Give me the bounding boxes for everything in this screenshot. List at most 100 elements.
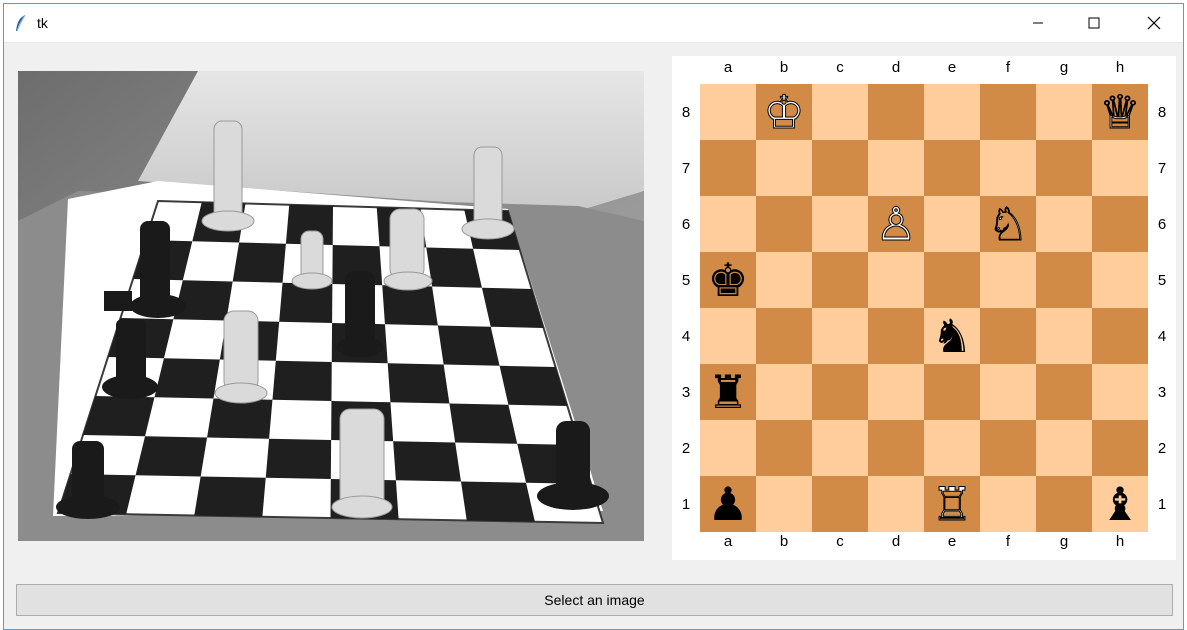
- board-square-a8[interactable]: [700, 84, 756, 140]
- black-pawn-piece[interactable]: ♟: [707, 477, 748, 531]
- maximize-icon: [1088, 17, 1100, 29]
- rank-label-6: 6: [1158, 216, 1166, 233]
- board-square-g5[interactable]: [1036, 252, 1092, 308]
- board-square-h3[interactable]: [1092, 364, 1148, 420]
- board-square-c4[interactable]: [812, 308, 868, 364]
- photo-board-square: [426, 247, 482, 288]
- board-square-b1[interactable]: [756, 476, 812, 532]
- board-square-g4[interactable]: [1036, 308, 1092, 364]
- white-queen-piece[interactable]: ♕: [1099, 85, 1141, 140]
- file-label-a: a: [724, 533, 733, 550]
- black-king-piece[interactable]: ♚: [707, 253, 748, 307]
- rank-label-7: 7: [1158, 160, 1166, 177]
- rank-label-1: 1: [1158, 496, 1166, 513]
- board-square-a6[interactable]: [700, 196, 756, 252]
- board-square-h4[interactable]: [1092, 308, 1148, 364]
- board-square-f3[interactable]: [980, 364, 1036, 420]
- photo-board-square: [272, 360, 332, 401]
- photo-board-square: [393, 441, 461, 482]
- board-square-f1[interactable]: [980, 476, 1036, 532]
- photo-board-square: [265, 438, 332, 479]
- board-square-d8[interactable]: [868, 84, 924, 140]
- board-square-d7[interactable]: [868, 140, 924, 196]
- file-label-h: h: [1116, 533, 1124, 550]
- board-square-g2[interactable]: [1036, 420, 1092, 476]
- board-square-f7[interactable]: [980, 140, 1036, 196]
- board-square-e5[interactable]: [924, 252, 980, 308]
- board-square-d1[interactable]: [868, 476, 924, 532]
- board-square-e6[interactable]: [924, 196, 980, 252]
- board-square-h2[interactable]: [1092, 420, 1148, 476]
- select-image-button[interactable]: Select an image: [16, 584, 1173, 616]
- app-window: tk a a b b c c d d e e f f g g h h 8 8 7…: [3, 3, 1184, 630]
- board-square-b2[interactable]: [756, 420, 812, 476]
- file-label-g: g: [1060, 533, 1068, 550]
- minimize-icon: [1033, 22, 1043, 24]
- feather-icon: [16, 14, 26, 32]
- board-square-a2[interactable]: [700, 420, 756, 476]
- board-square-a7[interactable]: [700, 140, 756, 196]
- board-square-b6[interactable]: [756, 196, 812, 252]
- board-square-c7[interactable]: [812, 140, 868, 196]
- white-knight-piece[interactable]: ♘: [987, 197, 1029, 252]
- photo-board-square: [135, 436, 208, 477]
- black-rook-piece[interactable]: ♜: [707, 365, 748, 419]
- maximize-button[interactable]: [1071, 4, 1117, 42]
- rank-label-5: 5: [1158, 272, 1166, 289]
- board-square-e3[interactable]: [924, 364, 980, 420]
- board-square-b4[interactable]: [756, 308, 812, 364]
- board-square-b7[interactable]: [756, 140, 812, 196]
- board-square-c2[interactable]: [812, 420, 868, 476]
- file-label-b: b: [780, 59, 788, 76]
- black-knight-piece[interactable]: ♞: [931, 309, 972, 363]
- board-square-g6[interactable]: [1036, 196, 1092, 252]
- rank-label-7: 7: [682, 160, 690, 177]
- chess-diagram: a a b b c c d d e e f f g g h h 8 8 7 7 6 6 5 5 4 4 3 3 2 2 1 1 ♔ ♕ ♙ ♘ ♚ ♞ ♜ ♟…: [672, 56, 1176, 560]
- board-square-e2[interactable]: [924, 420, 980, 476]
- board-square-c6[interactable]: [812, 196, 868, 252]
- board-square-g7[interactable]: [1036, 140, 1092, 196]
- close-button[interactable]: [1131, 4, 1177, 42]
- file-label-f: f: [1006, 59, 1011, 76]
- photo-board-square: [449, 403, 518, 444]
- minimize-button[interactable]: [1015, 4, 1061, 42]
- white-pawn-piece[interactable]: ♙: [875, 197, 917, 252]
- photo-board-square: [382, 285, 438, 326]
- rank-label-8: 8: [1158, 104, 1166, 121]
- board-square-g1[interactable]: [1036, 476, 1092, 532]
- board-square-d2[interactable]: [868, 420, 924, 476]
- chess-photo: [18, 71, 644, 541]
- black-bishop-piece[interactable]: ♝: [1099, 477, 1140, 531]
- close-icon: [1147, 16, 1161, 30]
- rank-label-6: 6: [682, 216, 690, 233]
- board-square-d3[interactable]: [868, 364, 924, 420]
- title-bar[interactable]: tk: [4, 4, 1183, 43]
- chess-photo-image: [18, 71, 644, 541]
- board-square-c1[interactable]: [812, 476, 868, 532]
- white-rook-piece[interactable]: ♖: [931, 477, 973, 532]
- board-square-a4[interactable]: [700, 308, 756, 364]
- board-square-b5[interactable]: [756, 252, 812, 308]
- rank-label-4: 4: [1158, 328, 1166, 345]
- file-label-a: a: [724, 59, 733, 76]
- white-king-piece[interactable]: ♔: [763, 85, 805, 140]
- board-square-f4[interactable]: [980, 308, 1036, 364]
- board-square-f2[interactable]: [980, 420, 1036, 476]
- board-square-b3[interactable]: [756, 364, 812, 420]
- board-square-e7[interactable]: [924, 140, 980, 196]
- board-square-f8[interactable]: [980, 84, 1036, 140]
- board-square-h6[interactable]: [1092, 196, 1148, 252]
- board-square-d4[interactable]: [868, 308, 924, 364]
- board-square-g8[interactable]: [1036, 84, 1092, 140]
- photo-board-square: [207, 398, 273, 439]
- board-square-f5[interactable]: [980, 252, 1036, 308]
- board-square-e8[interactable]: [924, 84, 980, 140]
- board-square-d5[interactable]: [868, 252, 924, 308]
- board-square-c8[interactable]: [812, 84, 868, 140]
- board-square-c3[interactable]: [812, 364, 868, 420]
- board-square-c5[interactable]: [812, 252, 868, 308]
- chess-board: a a b b c c d d e e f f g g h h 8 8 7 7 6 6 5 5 4 4 3 3 2 2 1 1 ♔ ♕ ♙ ♘ ♚ ♞ ♜ ♟…: [682, 59, 1166, 550]
- board-square-h7[interactable]: [1092, 140, 1148, 196]
- board-square-h5[interactable]: [1092, 252, 1148, 308]
- board-square-g3[interactable]: [1036, 364, 1092, 420]
